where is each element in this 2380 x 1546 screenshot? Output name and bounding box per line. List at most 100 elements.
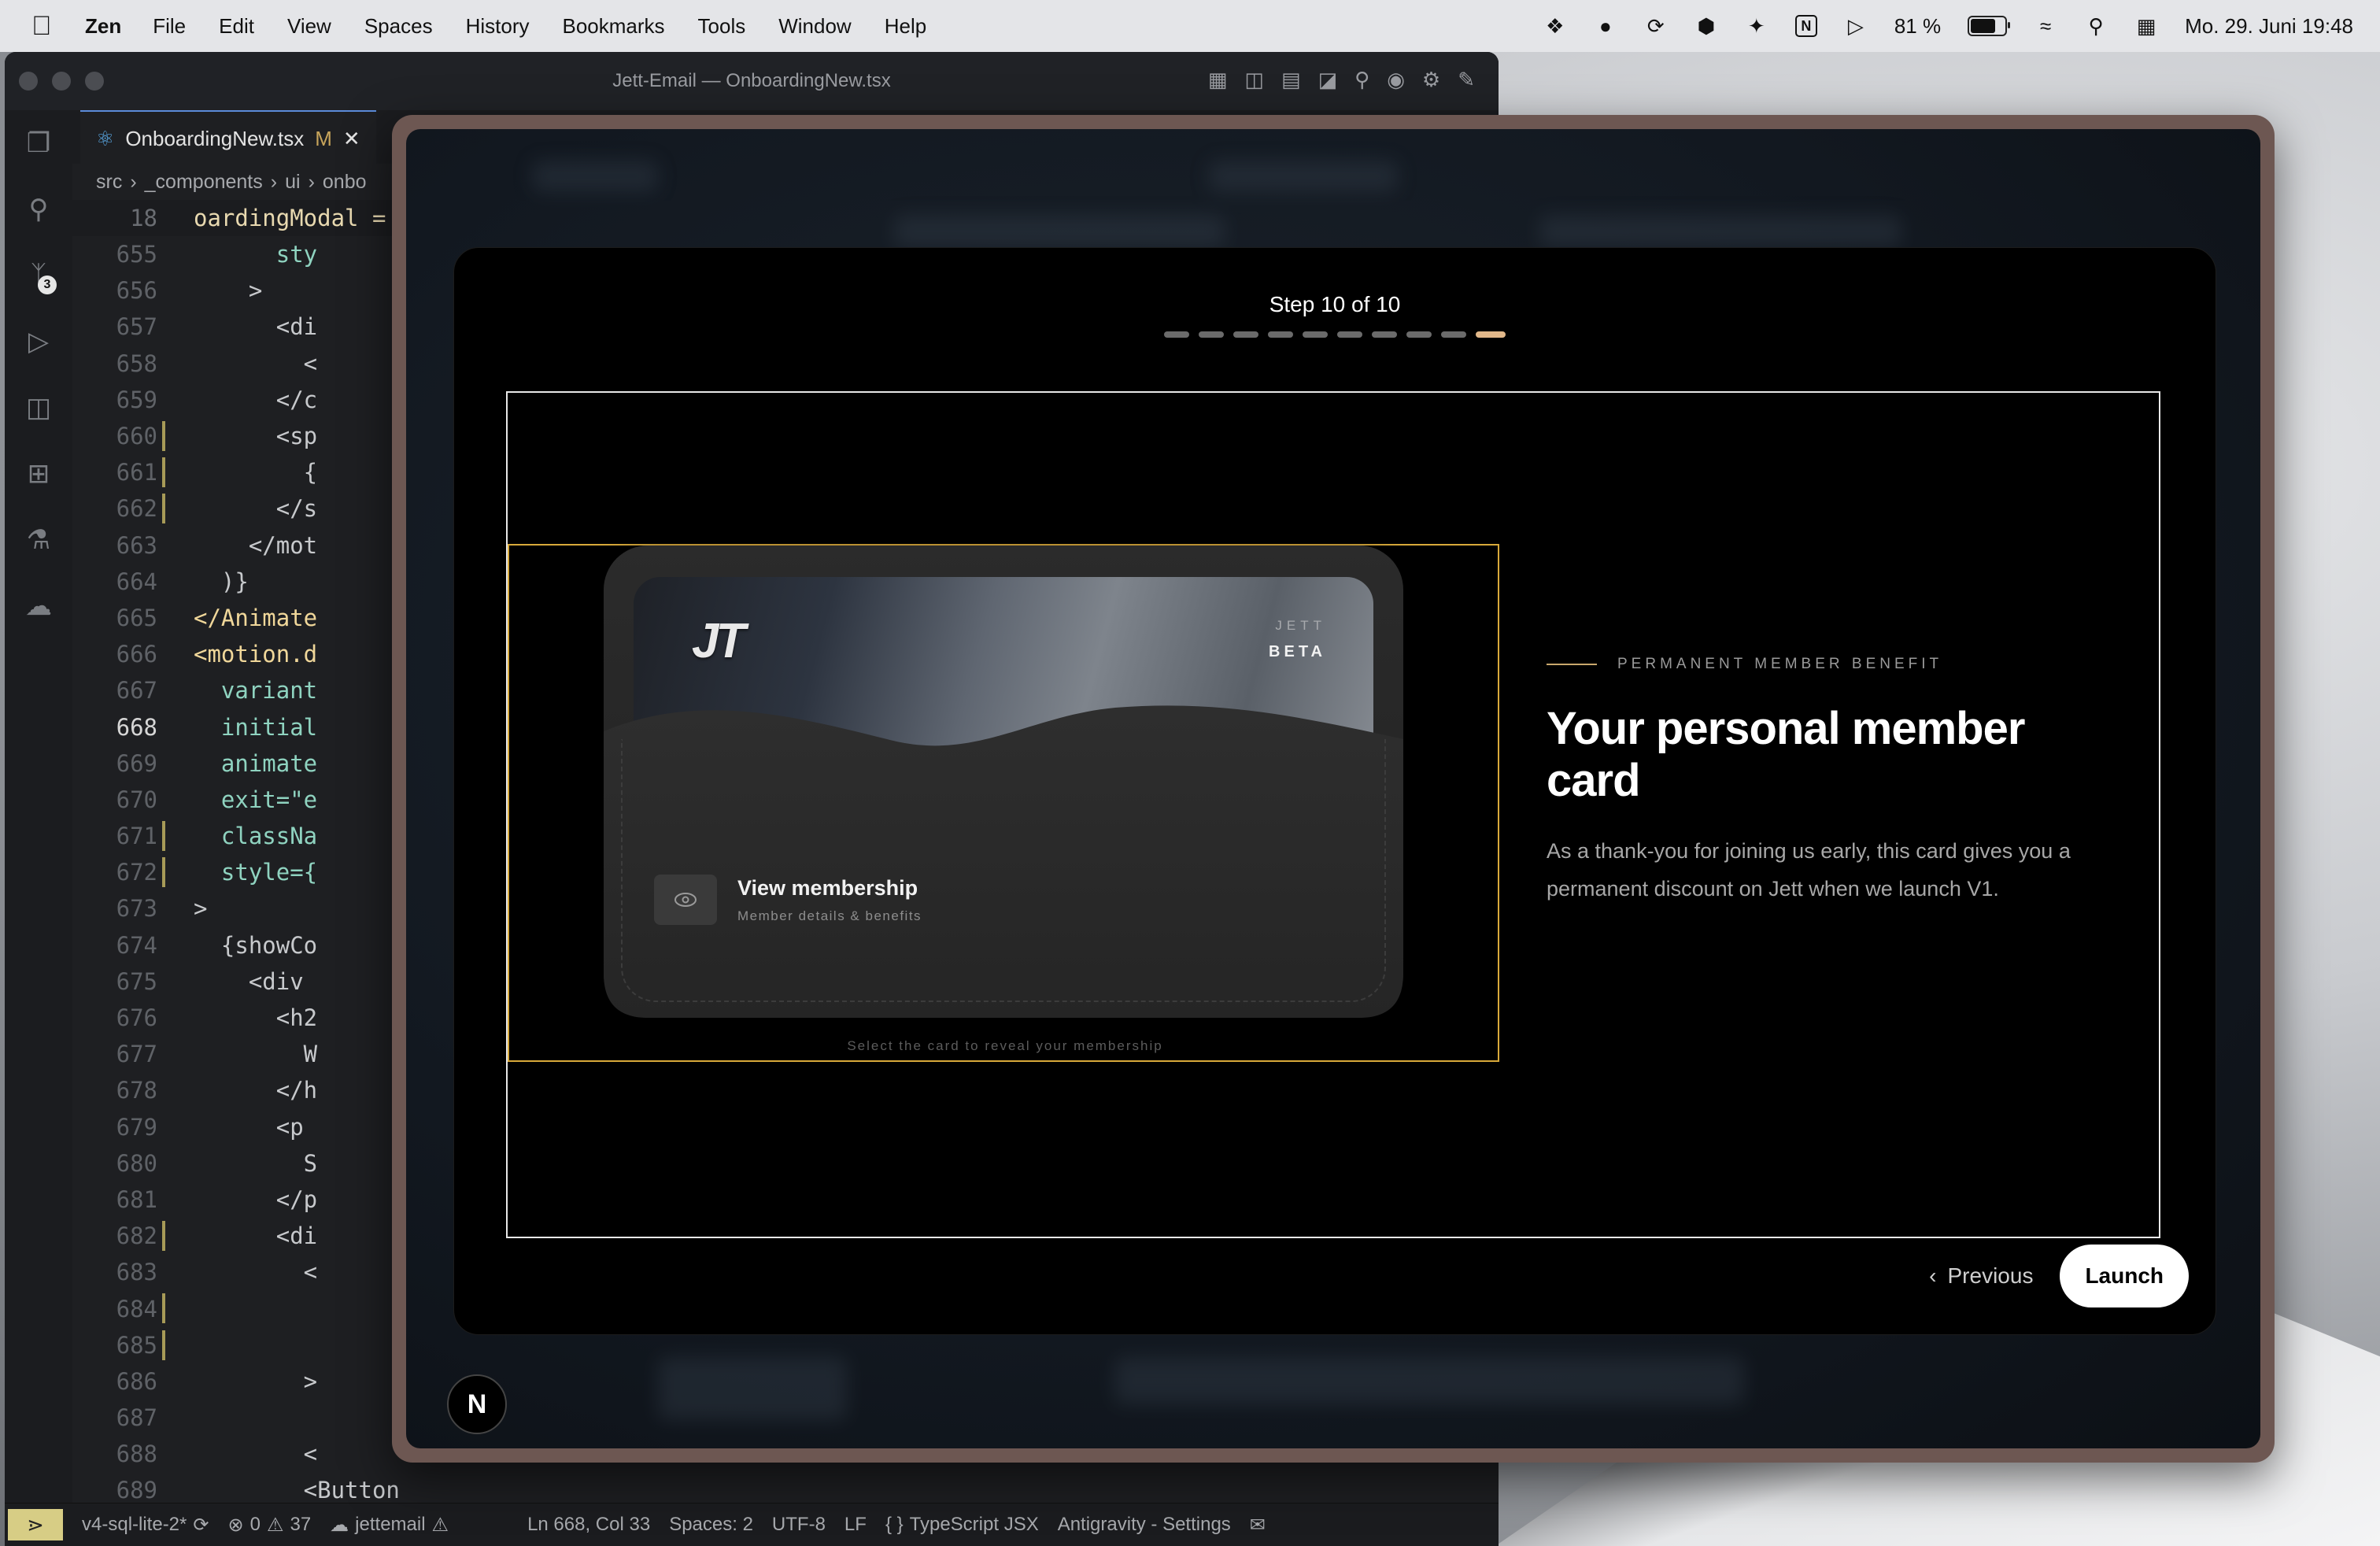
toggle-secondary-sidebar-icon[interactable]: ◪ bbox=[1318, 68, 1338, 92]
menu-spaces[interactable]: Spaces bbox=[364, 14, 433, 39]
menu-edit[interactable]: Edit bbox=[219, 14, 254, 39]
play-icon[interactable]: ▷ bbox=[1844, 14, 1868, 38]
breadcrumb-src[interactable]: src bbox=[96, 171, 122, 194]
pocket-stitching bbox=[621, 739, 1386, 1002]
indentation[interactable]: Spaces: 2 bbox=[669, 1514, 753, 1536]
code-text: <h2 bbox=[194, 1004, 318, 1032]
account-icon[interactable]: ✎ bbox=[1458, 68, 1475, 92]
control-center-icon[interactable]: ▦ bbox=[2134, 14, 2158, 38]
code-text: {showCo bbox=[194, 931, 318, 959]
extension-status[interactable]: Antigravity - Settings bbox=[1058, 1514, 1231, 1536]
remote-indicator-icon[interactable]: ⋗ bbox=[8, 1509, 63, 1540]
testing-icon[interactable]: ⚗ bbox=[5, 507, 72, 573]
line-number: 674 bbox=[116, 931, 157, 959]
search-icon[interactable]: ⚲ bbox=[5, 176, 72, 242]
settings-gear-icon[interactable]: ⚙ bbox=[1422, 68, 1440, 92]
line-number: 665 bbox=[116, 604, 157, 631]
line-number: 670 bbox=[116, 786, 157, 813]
menu-app-name[interactable]: Zen bbox=[85, 14, 121, 39]
line-number: 669 bbox=[116, 749, 157, 777]
chat-icon[interactable]: ● bbox=[1594, 14, 1617, 38]
source-control-icon[interactable]: ᛉ3 bbox=[5, 242, 72, 309]
line-number: 672 bbox=[116, 859, 157, 886]
card-hint-text: Select the card to reveal your membershi… bbox=[847, 1038, 1163, 1053]
menu-clock[interactable]: Mo. 29. Juni 19:48 bbox=[2185, 14, 2353, 39]
code-text: variant bbox=[194, 677, 318, 705]
previous-button[interactable]: ‹ Previous bbox=[1929, 1263, 2033, 1289]
menu-help[interactable]: Help bbox=[885, 14, 926, 39]
remote-account[interactable]: ☁ jettemail ⚠ bbox=[330, 1514, 449, 1537]
code-text: <div bbox=[194, 967, 304, 995]
tab-filename: OnboardingNew.tsx bbox=[125, 126, 305, 150]
language-mode[interactable]: { } TypeScript JSX bbox=[885, 1514, 1039, 1536]
modified-gutter-marker bbox=[162, 420, 165, 451]
wifi-icon[interactable]: ≈ bbox=[2034, 14, 2057, 38]
onboarding-modal: Step 10 of 10 JT JETT BETA View membersh… bbox=[453, 247, 2216, 1335]
cloud-icon[interactable]: ☁ bbox=[5, 573, 72, 639]
launch-button[interactable]: Launch bbox=[2060, 1245, 2189, 1307]
line-endings[interactable]: LF bbox=[844, 1514, 867, 1536]
toggle-panel-icon[interactable]: ▤ bbox=[1281, 68, 1301, 92]
code-text: </Animate bbox=[194, 604, 318, 631]
code-text: < bbox=[194, 350, 318, 377]
notion-icon[interactable]: N bbox=[1794, 15, 1817, 37]
line-number: 660 bbox=[116, 423, 157, 450]
line-number: 661 bbox=[116, 459, 157, 486]
cloud-icon: ☁ bbox=[330, 1514, 349, 1536]
menu-window[interactable]: Window bbox=[778, 14, 851, 39]
view-membership-title: View membership bbox=[737, 875, 918, 900]
spotlight-search-icon[interactable]: ⚲ bbox=[2084, 14, 2108, 38]
apple-menu-icon[interactable]:  bbox=[31, 13, 55, 39]
notifications-bell-icon[interactable]: ✉ bbox=[1250, 1514, 1266, 1537]
editor-layout-tools: ▦ ◫ ▤ ◪ ⚲ ◉ ⚙ ✎ bbox=[1208, 68, 1475, 92]
code-text: </h bbox=[194, 1077, 318, 1104]
figma-icon[interactable]: ❖ bbox=[1543, 14, 1567, 38]
remote-explorer-icon[interactable]: ◫ bbox=[5, 375, 72, 441]
activity-bar: ❐ ⚲ ᛉ3 ▷ ◫ ⊞ ⚗ ☁ bbox=[5, 110, 72, 1546]
tab-close-icon[interactable]: ✕ bbox=[343, 127, 360, 151]
customize-layout-icon[interactable]: ▦ bbox=[1208, 68, 1228, 92]
encoding[interactable]: UTF-8 bbox=[772, 1514, 826, 1536]
cursor-position[interactable]: Ln 668, Col 33 bbox=[527, 1514, 650, 1536]
menu-bar:  Zen File Edit View Spaces History Book… bbox=[0, 0, 2380, 52]
menu-file[interactable]: File bbox=[153, 14, 186, 39]
step-indicator: Step 10 of 10 bbox=[1269, 292, 1401, 316]
sync-icon[interactable]: ⟳ bbox=[1644, 14, 1668, 38]
breadcrumb-onboarding[interactable]: onbo bbox=[323, 171, 367, 194]
warning-icon: ⚠ bbox=[266, 1514, 284, 1536]
breadcrumb-ui[interactable]: ui bbox=[285, 171, 300, 194]
breadcrumb-components[interactable]: _components bbox=[145, 171, 263, 194]
menu-tools[interactable]: Tools bbox=[698, 14, 746, 39]
code-text: { bbox=[194, 459, 318, 486]
editor-titlebar: Jett-Email — OnboardingNew.tsx ▦ ◫ ▤ ◪ ⚲… bbox=[5, 52, 1499, 111]
tab-onboardingnew[interactable]: ⚛ OnboardingNew.tsx M ✕ bbox=[80, 110, 376, 165]
puzzle-icon[interactable]: ✦ bbox=[1745, 14, 1768, 38]
sticky-code: oardingModal = bbox=[194, 205, 386, 231]
eyebrow: PERMANENT MEMBER BENEFIT bbox=[1547, 656, 2097, 673]
run-debug-icon[interactable]: ▷ bbox=[5, 309, 72, 375]
nextjs-dev-badge[interactable]: N bbox=[447, 1374, 507, 1434]
toggle-sidebar-icon[interactable]: ◫ bbox=[1244, 68, 1264, 92]
progress-segment bbox=[1372, 331, 1397, 338]
problems-indicator[interactable]: ⊗ 0 ⚠ 37 bbox=[227, 1514, 311, 1537]
breadcrumb: src › _components › ui › onbo bbox=[96, 164, 367, 200]
battery-icon[interactable] bbox=[1968, 16, 2011, 36]
menu-view[interactable]: View bbox=[287, 14, 331, 39]
git-branch[interactable]: v4-sql-lite-2* ⟳ bbox=[82, 1514, 209, 1537]
extensions-icon[interactable]: ⊞ bbox=[5, 441, 72, 507]
search-icon[interactable]: ⚲ bbox=[1354, 68, 1369, 92]
body-text: As a thank-you for joining us early, thi… bbox=[1547, 839, 2071, 901]
chevron-right-icon: › bbox=[270, 170, 278, 193]
menu-history[interactable]: History bbox=[466, 14, 530, 39]
menu-bookmarks[interactable]: Bookmarks bbox=[562, 14, 664, 39]
explorer-icon[interactable]: ❐ bbox=[5, 110, 72, 176]
agent-icon[interactable]: ◉ bbox=[1387, 68, 1405, 92]
modified-gutter-marker bbox=[162, 1330, 165, 1360]
code-text: sty bbox=[194, 241, 318, 268]
line-number: 659 bbox=[116, 386, 157, 413]
code-text: <motion.d bbox=[194, 641, 318, 668]
code-text: W bbox=[194, 1041, 318, 1068]
cube-icon[interactable]: ⬢ bbox=[1694, 14, 1718, 38]
progress-segment bbox=[1476, 331, 1506, 338]
view-membership-button[interactable]: View membership Member details & benefit… bbox=[654, 875, 922, 925]
